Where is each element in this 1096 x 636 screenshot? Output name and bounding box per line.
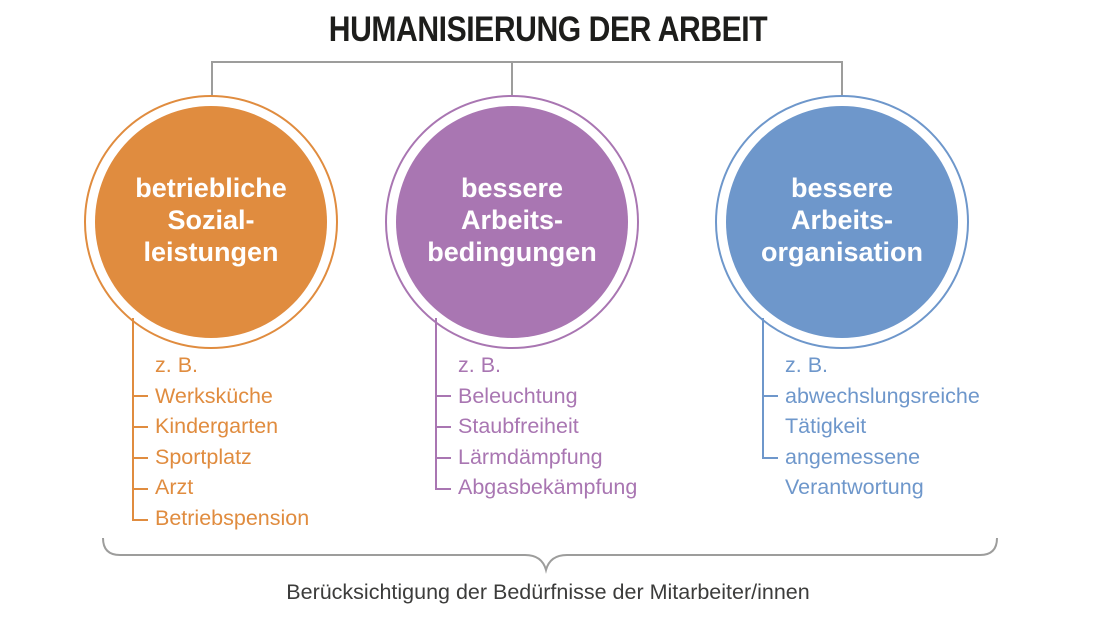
- circle-label-line: Sozial-: [167, 205, 255, 235]
- list-item: Verantwortung: [785, 475, 924, 499]
- list-item: Kindergarten: [155, 414, 279, 438]
- list-item: z. B.: [155, 353, 199, 377]
- list-bracket-sozialleistungen: [132, 318, 148, 521]
- top-connector: [211, 61, 843, 97]
- list-item: Abgasbekämpfung: [458, 475, 638, 499]
- list-item: Werksküche: [155, 383, 273, 408]
- footer-caption: Berücksichtigung der Bedürfnisse der Mit…: [286, 580, 810, 604]
- list-item: Staubfreiheit: [458, 414, 579, 438]
- list-item: Betriebspension: [155, 505, 310, 530]
- circle-label-sozialleistungen: betriebliche Sozial- leistungen: [96, 172, 326, 268]
- list-bracket-arbeitsbedingungen: [435, 318, 451, 490]
- list-sozialleistungen: z. B. Werksküche Kindergarten Sportplatz…: [155, 350, 309, 533]
- circle-label-line: organisation: [760, 237, 923, 267]
- circle-label-arbeitsbedingungen: bessere Arbeits- bedingungen: [397, 172, 627, 268]
- circle-label-arbeitsorganisation: bessere Arbeits- organisation: [727, 172, 957, 268]
- circle-label-line: Arbeits-: [790, 205, 893, 235]
- list-item: Tätigkeit: [785, 414, 867, 438]
- circle-label-line: betriebliche: [135, 173, 287, 203]
- diagram-title: HUMANISIERUNG DER ARBEIT: [328, 10, 768, 49]
- list-item: Arzt: [155, 475, 194, 499]
- list-item: Sportplatz: [155, 444, 252, 469]
- list-arbeitsbedingungen: z. B. Beleuchtung Staubfreiheit Lärmdämp…: [458, 350, 637, 503]
- circle-label-line: leistungen: [143, 237, 279, 267]
- diagram-graphics: [84, 61, 998, 574]
- list-item: angemessene: [785, 444, 921, 469]
- curly-brace: [102, 537, 998, 574]
- list-item: z. B.: [458, 353, 502, 377]
- list-item: Beleuchtung: [458, 383, 578, 408]
- circle-label-line: Arbeits-: [460, 205, 563, 235]
- list-item: Lärmdämpfung: [458, 444, 603, 469]
- list-bracket-arbeitsorganisation: [762, 318, 778, 459]
- circle-label-line: bedingungen: [427, 237, 597, 267]
- list-item: abwechslungsreiche: [785, 383, 980, 408]
- list-item: z. B.: [785, 353, 829, 377]
- circle-label-line: bessere: [790, 173, 894, 203]
- list-arbeitsorganisation: z. B. abwechslungsreiche Tätigkeit angem…: [785, 350, 980, 503]
- circle-label-line: bessere: [460, 173, 564, 203]
